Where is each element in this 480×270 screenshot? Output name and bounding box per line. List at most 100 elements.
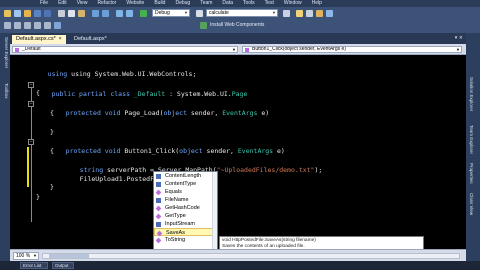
menu-edit[interactable]: Edit bbox=[58, 0, 67, 7]
completion-label: GetHashCode bbox=[165, 205, 200, 211]
completion-item[interactable]: Equals bbox=[154, 188, 217, 196]
menu-file[interactable]: File bbox=[40, 0, 48, 7]
team-explorer-tab[interactable]: Team Explorer bbox=[469, 125, 474, 154]
toolbox-tab[interactable]: Toolbox bbox=[1, 83, 9, 99]
toolbar: Debug ▼ calculate ▼ Install Web Componen… bbox=[0, 7, 480, 33]
uncomment-icon[interactable] bbox=[24, 22, 31, 29]
properties-tab[interactable]: Properties bbox=[469, 163, 474, 184]
output-tab[interactable]: Output bbox=[52, 262, 74, 269]
comment-icon[interactable] bbox=[14, 22, 21, 29]
completion-label: InputStream bbox=[165, 221, 195, 227]
undo-icon[interactable] bbox=[92, 10, 99, 17]
collapse-pageload-toggle[interactable]: − bbox=[28, 101, 34, 107]
method-name: Page_Load( bbox=[120, 108, 164, 117]
param-name: sender, bbox=[186, 108, 223, 117]
copy-icon[interactable] bbox=[68, 10, 75, 17]
error-list-tab[interactable]: Error List bbox=[20, 262, 48, 269]
indent-icon[interactable] bbox=[34, 22, 41, 29]
redo-icon[interactable] bbox=[102, 10, 109, 17]
new-project-icon[interactable] bbox=[4, 10, 11, 17]
solution-explorer-icon[interactable] bbox=[296, 10, 303, 17]
save-icon[interactable] bbox=[34, 10, 41, 17]
tab-default-aspx[interactable]: Default.aspx* bbox=[70, 35, 111, 44]
menu-data[interactable]: Data bbox=[222, 0, 233, 7]
param-name: sender, bbox=[202, 146, 238, 155]
navigation-bar: _Default ▼ Button1_Click(object sender, … bbox=[10, 44, 466, 55]
left-dock: Server Explorer Toolbox bbox=[0, 33, 10, 261]
menu-test[interactable]: Test bbox=[265, 0, 274, 7]
method-icon bbox=[245, 48, 249, 52]
completion-item[interactable]: InputStream bbox=[154, 220, 217, 228]
completion-item-selected[interactable]: SaveAs bbox=[154, 228, 217, 236]
open-icon[interactable] bbox=[24, 10, 31, 17]
zoom-select[interactable]: 100 % ▼ bbox=[13, 252, 39, 260]
menu-view[interactable]: View bbox=[77, 0, 88, 7]
install-web-components-label[interactable]: Install Web Components bbox=[210, 22, 264, 28]
tab-label: Default.aspx* bbox=[74, 36, 107, 42]
web-components-icon[interactable] bbox=[200, 22, 207, 29]
find-next-icon[interactable] bbox=[283, 10, 290, 17]
cut-icon[interactable] bbox=[58, 10, 65, 17]
server-explorer-tab[interactable]: Server Explorer bbox=[1, 37, 9, 68]
start-page-icon[interactable] bbox=[326, 10, 333, 17]
completion-item[interactable]: ToString bbox=[154, 236, 217, 244]
property-icon bbox=[156, 197, 161, 203]
tab-default-aspx-cs[interactable]: Default.aspx.cs* × bbox=[12, 35, 66, 44]
tab-label: Default.aspx.cs* bbox=[16, 36, 56, 42]
property-icon bbox=[156, 173, 161, 179]
class-view-tab[interactable]: Class View bbox=[469, 193, 474, 215]
find-icon[interactable] bbox=[196, 10, 203, 17]
bookmark-icon[interactable] bbox=[54, 22, 61, 29]
toolbox-icon[interactable] bbox=[316, 10, 323, 17]
code-line-brace: } bbox=[36, 193, 40, 203]
outdent-icon[interactable] bbox=[44, 22, 51, 29]
brace: { bbox=[50, 147, 54, 155]
class-keyword: public partial class bbox=[51, 89, 130, 98]
add-item-icon[interactable] bbox=[14, 10, 21, 17]
save-all-icon[interactable] bbox=[44, 10, 51, 17]
menu-team[interactable]: Team bbox=[200, 0, 212, 7]
menu-help[interactable]: Help bbox=[312, 0, 322, 7]
completion-item[interactable]: ContentType bbox=[154, 180, 217, 188]
completion-item[interactable]: GetHashCode bbox=[154, 204, 217, 212]
start-debug-icon[interactable] bbox=[140, 10, 147, 17]
completion-label: GetType bbox=[165, 213, 186, 219]
method-icon bbox=[155, 205, 162, 211]
member-dropdown-value: Button1_Click(object sender, EventArgs e… bbox=[252, 46, 346, 52]
solution-config-select[interactable]: Debug ▼ bbox=[152, 9, 190, 17]
popup-scrollbar[interactable] bbox=[212, 172, 217, 255]
scrollbar-thumb[interactable] bbox=[49, 254, 89, 258]
method-icon bbox=[156, 230, 163, 236]
close-icon[interactable]: × bbox=[59, 36, 62, 42]
completion-item[interactable]: FileName bbox=[154, 196, 217, 204]
param-type: object bbox=[179, 146, 203, 155]
paste-icon[interactable] bbox=[78, 10, 85, 17]
menu-build[interactable]: Build bbox=[154, 0, 165, 7]
menu-tools[interactable]: Tools bbox=[243, 0, 255, 7]
find-combo[interactable]: calculate ▼ bbox=[206, 9, 278, 17]
menu-website[interactable]: Website bbox=[126, 0, 144, 7]
navigate-back-icon[interactable] bbox=[116, 10, 123, 17]
brace: } bbox=[50, 128, 54, 136]
menu-window[interactable]: Window bbox=[284, 0, 302, 7]
menu-debug[interactable]: Debug bbox=[175, 0, 190, 7]
class-icon bbox=[15, 48, 19, 52]
type-dropdown-value: _Default bbox=[22, 46, 41, 52]
intellisense-popup[interactable]: ContentLength ContentType Equals FileNam… bbox=[153, 171, 218, 256]
collapse-button-click-toggle[interactable]: − bbox=[28, 139, 34, 145]
menu-refactor[interactable]: Refactor bbox=[97, 0, 116, 7]
navigate-forward-icon[interactable] bbox=[126, 10, 133, 17]
outline-guide bbox=[31, 87, 32, 222]
code-editor[interactable]: − − − using using System.Web.UI.WebContr… bbox=[10, 55, 466, 249]
completion-item[interactable]: GetType bbox=[154, 212, 217, 220]
member-dropdown[interactable]: Button1_Click(object sender, EventArgs e… bbox=[242, 46, 462, 53]
close-document-icon[interactable]: ▾ × bbox=[455, 35, 463, 41]
format-icon[interactable] bbox=[4, 22, 11, 29]
horizontal-scrollbar[interactable] bbox=[42, 253, 460, 259]
class-name: _Default bbox=[133, 89, 166, 98]
type-dropdown[interactable]: _Default ▼ bbox=[12, 46, 238, 53]
method-modifiers: protected void bbox=[65, 146, 121, 155]
solution-explorer-tab[interactable]: Solution Explorer bbox=[469, 77, 474, 111]
properties-icon[interactable] bbox=[306, 10, 313, 17]
completion-item[interactable]: ContentLength bbox=[154, 172, 217, 180]
